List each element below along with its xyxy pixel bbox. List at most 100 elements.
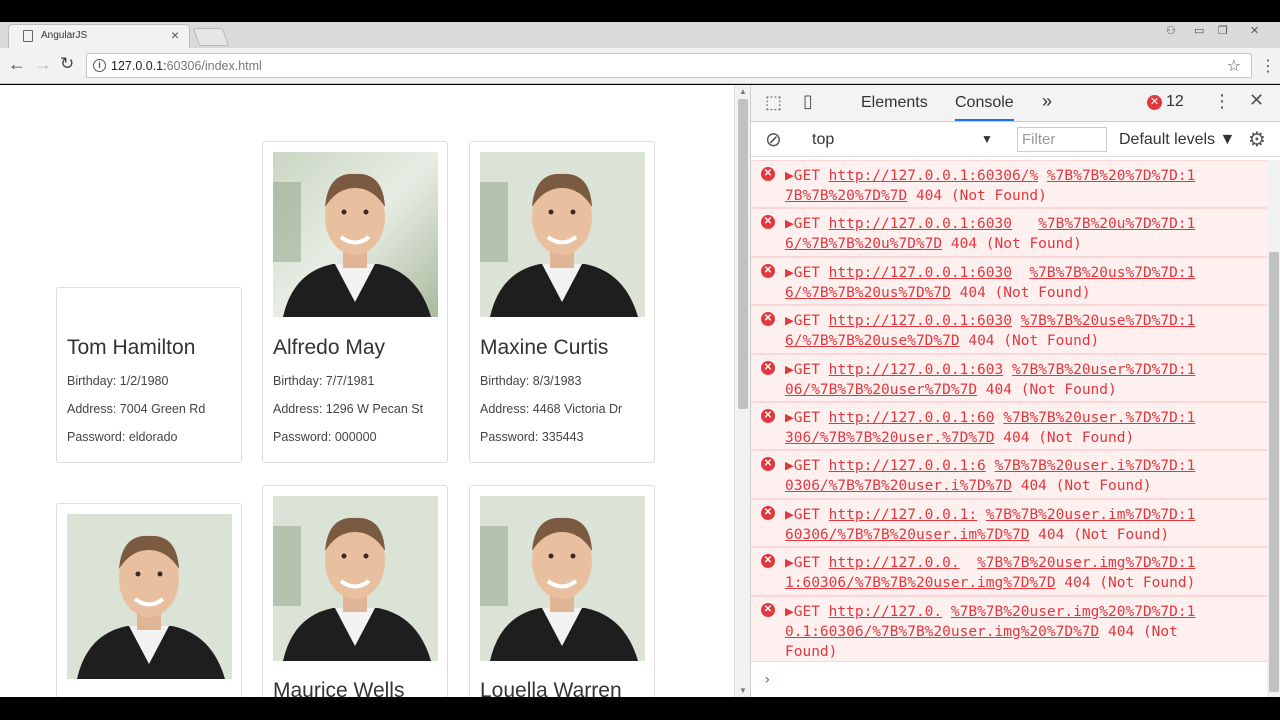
user-photo [273,496,438,661]
error-count-badge[interactable]: ✕ 12 [1147,93,1184,111]
request-url-link[interactable]: http://127.0.0.1:6030 [829,313,1012,329]
back-arrow-icon[interactable]: ← [8,54,26,75]
devtools-panel: ⬚ ▯ Elements Console » ✕ 12 ⋮ ✕ ⊘ top ▼ F… [750,85,1280,697]
reload-icon[interactable]: ↻ [60,54,74,74]
request-url-link[interactable]: http://127.0.0. [829,555,960,571]
user-card: Tom Hamilton Birthday: 1/2/1980 Address:… [56,287,242,463]
request-url-link[interactable]: %7B%7B%20user.i%7D%7D:1 [995,458,1196,474]
console-error-message[interactable]: ✕ ▶GET http://127.0.0.1:60306/% %7B%7B%20… [751,160,1267,209]
user-card: Alfredo May Birthday: 7/7/1981 Address: … [262,141,448,463]
request-url-link[interactable]: %7B%7B%20user%7D%7D:1 [1012,362,1195,378]
console-error-message[interactable]: ✕ ▶GET http://127.0.0.1:603 %7B%7B%20user… [751,353,1267,402]
error-icon: ✕ [761,602,775,617]
request-url-link[interactable]: %7B%7B%20user.img%20%7D%7D:1 [951,604,1195,620]
request-url-link[interactable]: 306/%7B%7B%20user.%7D%7D [785,430,995,446]
user-password: Password: 000000 [273,430,377,444]
request-url-link[interactable]: 6/%7B%7B%20u%7D%7D [785,236,942,252]
address-bar[interactable]: i 127.0.0.1:60306/index.html ☆ [86,53,1252,78]
user-name: Maxine Curtis [480,336,609,359]
profile-icon[interactable]: ⚇ [1166,24,1176,37]
user-photo [273,152,438,317]
request-url-link[interactable]: 0306/%7B%7B%20user.i%7D%7D [785,478,1012,494]
request-url-link[interactable]: http://127.0.0.1: [829,507,977,523]
console-scrollbar[interactable] [1267,160,1280,697]
user-address: Address: 4468 Victoria Dr [480,402,623,416]
info-icon[interactable]: i [93,59,106,72]
request-url-link[interactable]: %7B%7B%20u%7D%7D:1 [1038,216,1195,232]
scroll-up-icon[interactable]: ▲ [739,87,747,96]
devtools-menu-icon[interactable]: ⋮ [1213,91,1231,112]
new-tab-button[interactable] [192,28,230,46]
user-name: Louella Warren [480,679,622,697]
clear-console-icon[interactable]: ⊘ [765,127,782,152]
console-error-message[interactable]: ✕ ▶GET http://127.0.0.1:6 %7B%7B%20user.i… [751,450,1267,499]
request-url-link[interactable]: %7B%7B%20use%7D%7D:1 [1021,313,1196,329]
forward-arrow-icon[interactable]: → [34,54,52,75]
more-tabs-icon[interactable]: » [1042,91,1052,112]
console-error-message[interactable]: ✕ ▶GET http://127.0.0.1:6030 %7B%7B%20us%… [751,256,1267,306]
request-url-link[interactable]: http://127.0.0.1:603 [829,362,1004,378]
message-line: 06/%7B%7B%20user%7D%7D 404 (Not Found) [785,381,1117,398]
scroll-down-icon[interactable]: ▼ [739,686,747,695]
request-url-link[interactable]: http://127.0.0.1:60 [829,410,995,426]
request-url-link[interactable]: http://127.0.0.1:6030 [829,216,1012,232]
user-name: Tom Hamilton [67,336,196,359]
close-icon[interactable]: × [171,27,179,43]
user-address: Address: 1296 W Pecan St [273,402,424,416]
user-photo [480,152,645,317]
devtools-tabbar: ⬚ ▯ Elements Console » ✕ 12 ⋮ ✕ [751,85,1280,122]
page-content: Tom Hamilton Birthday: 1/2/1980 Address:… [0,85,734,697]
tab-console[interactable]: Console [955,94,1014,121]
user-photo [67,514,232,679]
console-error-message[interactable]: ✕ ▶GET http://127.0.0.1:6030 %7B%7B%20u%7… [751,208,1267,257]
request-url-link[interactable]: 06/%7B%7B%20user%7D%7D [785,382,977,398]
request-url-link[interactable]: %7B%7B%20user.%7D%7D:1 [1003,410,1195,426]
console-scroll-thumb[interactable] [1269,252,1279,692]
request-url-link[interactable]: %7B%7B%20us%7D%7D:1 [1029,265,1195,281]
console-error-message[interactable]: ✕ ▶GET http://127.0.0. %7B%7B%20user.img%… [751,547,1267,596]
request-url-link[interactable]: http://127.0. [829,604,943,620]
message-line: 6/%7B%7B%20u%7D%7D 404 (Not Found) [785,236,1082,253]
request-url-link[interactable]: http://127.0.0.1:6 [829,458,986,474]
device-toolbar-icon[interactable]: ▯ [803,91,813,112]
context-selector[interactable]: top [812,131,834,149]
request-url-link[interactable]: http://127.0.0.1:6030 [829,265,1012,281]
message-line: ▶GET http://127.0.0.1:60306/% %7B%7B%20%… [785,168,1196,184]
request-url-link[interactable]: 0.1:60306/%7B%7B%20user.img%20%7D%7D [785,624,1099,640]
console-error-message[interactable]: ✕ ▶GET http://127.0. %7B%7B%20user.img%20… [751,595,1267,662]
request-url-link[interactable]: 6/%7B%7B%20use%7D%7D [785,333,960,349]
browser-tab[interactable]: AngularJS × [8,24,190,48]
console-error-message[interactable]: ✕ ▶GET http://127.0.0.1: %7B%7B%20user.im… [751,498,1267,548]
browser-toolbar: ← → ↻ i 127.0.0.1:60306/index.html ☆ ⋮ [0,48,1280,84]
chevron-down-icon[interactable]: ▼ [981,132,993,146]
gear-icon[interactable]: ⚙ [1248,127,1266,152]
page-scroll-thumb[interactable] [738,99,748,409]
request-url-link[interactable]: 1:60306/%7B%7B%20user.img%7D%7D [785,575,1056,591]
request-url-link[interactable]: %7B%7B%20%7D%7D:1 [1047,168,1195,184]
user-birthday: Birthday: 7/7/1981 [273,374,375,388]
inspect-element-icon[interactable]: ⬚ [765,92,782,113]
request-url-link[interactable]: 6/%7B%7B%20us%7D%7D [785,285,951,301]
message-line: 6/%7B%7B%20use%7D%7D 404 (Not Found) [785,333,1100,350]
error-icon: ✕ [761,409,775,423]
page-scrollbar[interactable]: ▲ ▼ [734,85,750,697]
request-url-link[interactable]: 7B%7B%20%7D%7D [785,188,907,204]
filter-input[interactable]: Filter [1017,127,1107,152]
tab-elements[interactable]: Elements [861,94,928,112]
message-line: ▶GET http://127.0.0.1:6030 %7B%7B%20us%7… [785,264,1196,281]
log-levels-selector[interactable]: Default levels ▼ [1119,131,1235,149]
devtools-close-icon[interactable]: ✕ [1249,90,1264,111]
browser-menu-icon[interactable]: ⋮ [1260,56,1276,76]
console-error-message[interactable]: ✕ ▶GET http://127.0.0.1:6030 %7B%7B%20use… [751,305,1267,354]
window-close-icon[interactable]: ✕ [1250,24,1259,37]
url-text: 127.0.0.1:60306/index.html [111,59,262,73]
console-prompt[interactable]: › [763,672,771,688]
request-url-link[interactable]: http://127.0.0.1:60306/% [829,168,1039,184]
minimize-icon[interactable]: ▭ [1194,24,1204,37]
console-error-message[interactable]: ✕ ▶GET http://127.0.0.1:60 %7B%7B%20user.… [751,402,1267,451]
request-url-link[interactable]: 60306/%7B%7B%20user.im%7D%7D [785,527,1029,543]
bookmark-star-icon[interactable]: ☆ [1227,56,1241,76]
request-url-link[interactable]: %7B%7B%20user.img%7D%7D:1 [977,555,1195,571]
restore-icon[interactable]: ❐ [1218,24,1228,37]
request-url-link[interactable]: %7B%7B%20user.im%7D%7D:1 [986,507,1196,523]
